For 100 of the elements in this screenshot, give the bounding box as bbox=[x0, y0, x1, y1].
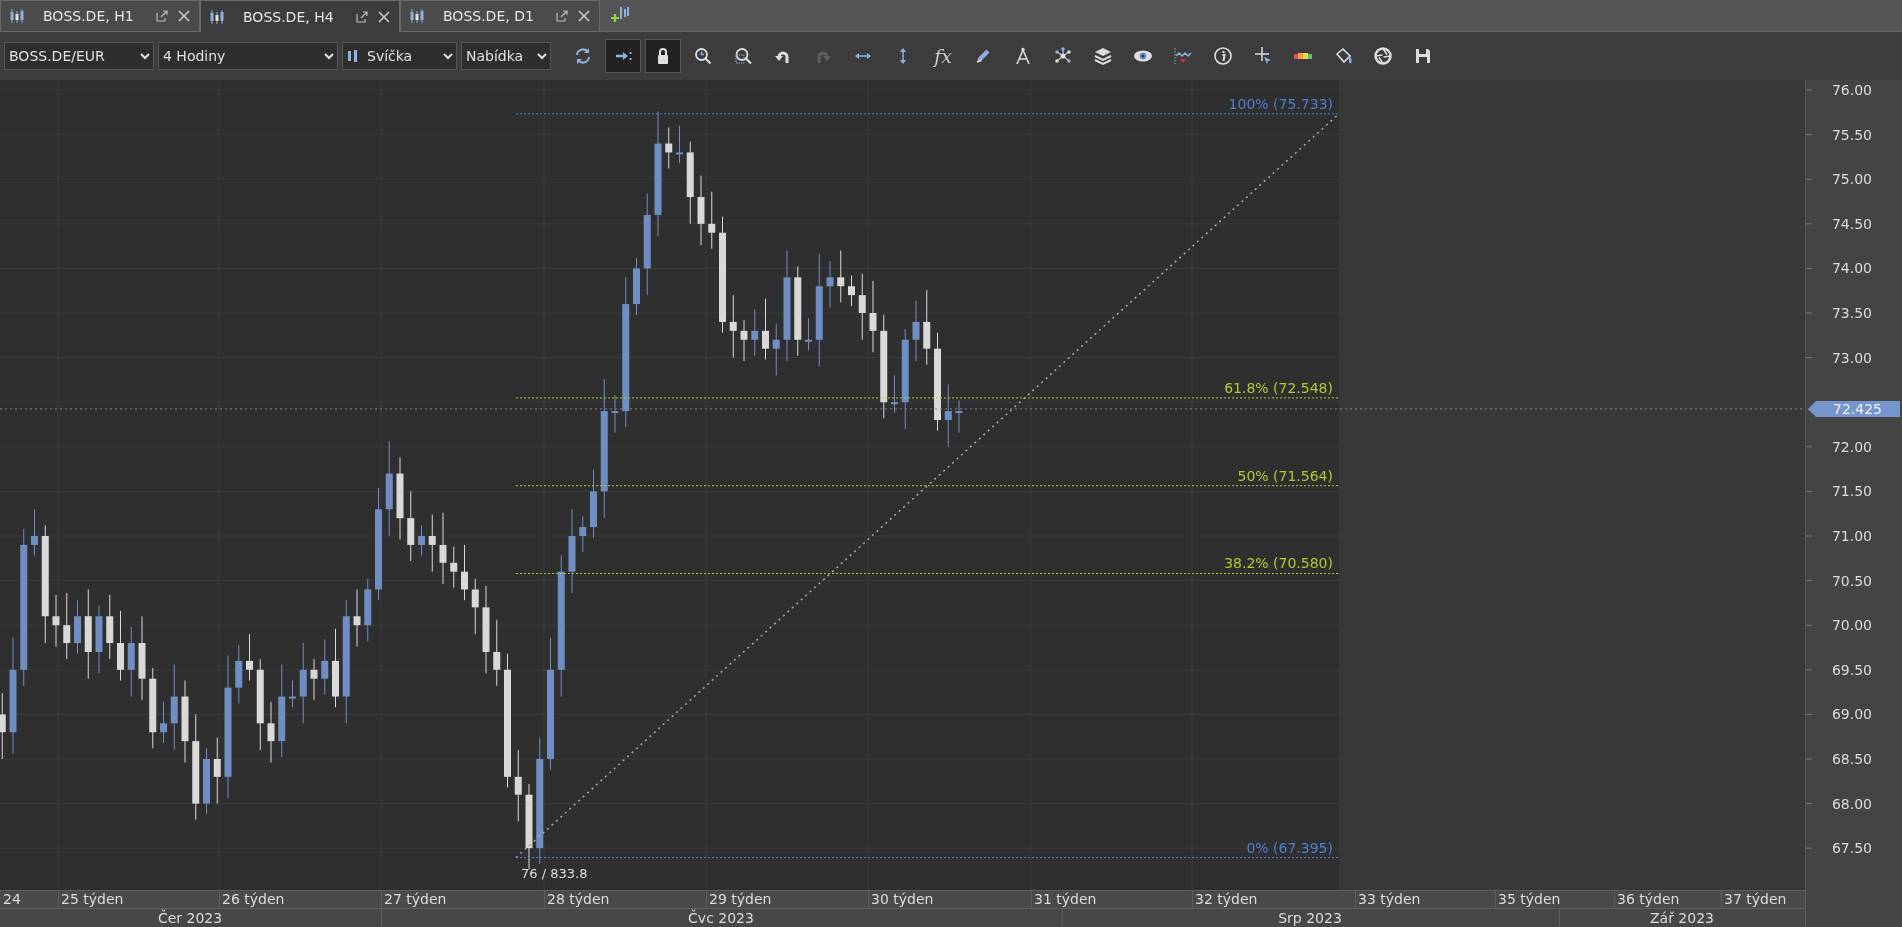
week-label: 36 týden bbox=[1617, 891, 1680, 907]
candlestick-icon bbox=[209, 8, 225, 25]
candlestick bbox=[611, 394, 619, 434]
week-label: 26 týden bbox=[222, 891, 285, 907]
candlestick bbox=[891, 374, 898, 414]
chart-tab[interactable]: BOSS.DE, H1 bbox=[0, 0, 200, 31]
crosshair-icon bbox=[1253, 46, 1273, 66]
chart-type-dropdown[interactable]: Svíčka bbox=[342, 42, 457, 70]
tab-label: BOSS.DE, D1 bbox=[442, 8, 535, 24]
candlestick bbox=[267, 701, 275, 764]
candlestick bbox=[912, 300, 920, 362]
chart-tab[interactable]: BOSS.DE, D1 bbox=[400, 0, 600, 31]
candlestick bbox=[95, 605, 103, 674]
candlestick bbox=[127, 626, 135, 698]
candlestick bbox=[63, 592, 71, 660]
candlestick bbox=[74, 599, 81, 655]
candlestick bbox=[740, 319, 748, 362]
fibonacci-level-label: 38.2% (70.580) bbox=[1224, 555, 1333, 572]
week-label: 30 týden bbox=[871, 891, 934, 907]
popout-icon[interactable] bbox=[555, 9, 569, 23]
week-label: 27 týden bbox=[384, 891, 447, 907]
price-axis-label: 73.00 bbox=[1831, 349, 1872, 366]
week-label: 33 týden bbox=[1358, 891, 1421, 907]
week-label: 28 týden bbox=[547, 891, 610, 907]
indicators-button[interactable]: fx bbox=[925, 39, 961, 73]
info-icon bbox=[1213, 46, 1233, 66]
week-label: 37 týden bbox=[1724, 891, 1787, 907]
candlestick bbox=[321, 638, 329, 696]
candle-icon bbox=[347, 48, 359, 64]
popout-icon[interactable] bbox=[155, 9, 169, 23]
tab-label: BOSS.DE, H1 bbox=[42, 8, 135, 24]
month-label: Čvc 2023 bbox=[688, 910, 754, 926]
price-type-dropdown[interactable]: Nabídka bbox=[461, 42, 551, 70]
candlestick bbox=[235, 644, 243, 705]
candlestick bbox=[31, 508, 38, 557]
candlestick-icon bbox=[9, 8, 25, 24]
refresh-icon bbox=[573, 46, 593, 66]
candlestick bbox=[310, 658, 318, 701]
week-label: 29 týden bbox=[709, 891, 772, 907]
price-axis-label: 73.50 bbox=[1831, 305, 1872, 321]
paint-bucket-icon bbox=[1333, 46, 1353, 66]
candlestick bbox=[106, 594, 114, 660]
chart-tab[interactable]: BOSS.DE, H4 bbox=[200, 0, 400, 32]
candlestick bbox=[590, 469, 597, 539]
candlestick bbox=[837, 250, 845, 303]
candlestick bbox=[461, 544, 468, 601]
week-label: 35 týden bbox=[1498, 891, 1561, 907]
candlestick bbox=[493, 619, 501, 687]
shutter-icon bbox=[1373, 46, 1393, 66]
price-axis-label: 75.00 bbox=[1831, 171, 1872, 188]
candlestick bbox=[848, 275, 855, 307]
price-axis-label: 67.50 bbox=[1831, 840, 1872, 857]
candlestick bbox=[858, 273, 866, 341]
close-icon[interactable] bbox=[577, 9, 591, 23]
nodes-icon bbox=[1053, 46, 1073, 66]
candlestick bbox=[471, 578, 479, 635]
low-value-label: 76 / 833.8 bbox=[521, 865, 588, 881]
price-axis-label: 69.50 bbox=[1831, 661, 1872, 678]
price-axis-label: 74.00 bbox=[1831, 260, 1872, 277]
symbol-dropdown[interactable]: BOSS.DE/EUR bbox=[4, 42, 154, 70]
week-label: 31 týden bbox=[1034, 891, 1097, 907]
popout-icon[interactable] bbox=[355, 9, 369, 24]
fibonacci-level-label: 50% (71.564) bbox=[1237, 467, 1333, 484]
candlestick bbox=[289, 680, 296, 708]
candlestick bbox=[751, 308, 759, 357]
candlestick bbox=[52, 594, 60, 648]
week-label: 25 týden bbox=[61, 891, 124, 907]
candlestick bbox=[762, 298, 769, 360]
candlestick bbox=[160, 701, 167, 744]
trend-line[interactable] bbox=[515, 113, 1340, 859]
tab-label: BOSS.DE, H4 bbox=[242, 8, 335, 25]
add-chart-icon[interactable] bbox=[610, 5, 630, 25]
candlestick bbox=[708, 191, 716, 250]
candlestick bbox=[213, 737, 221, 805]
candlestick bbox=[117, 610, 124, 681]
candlestick bbox=[676, 125, 683, 164]
candlestick bbox=[203, 747, 210, 815]
close-icon[interactable] bbox=[177, 9, 191, 23]
close-icon[interactable] bbox=[377, 9, 391, 24]
candlestick bbox=[826, 260, 834, 309]
candlestick bbox=[450, 546, 458, 589]
candlestick bbox=[697, 175, 705, 246]
fibonacci-level-label: 61.8% (72.548) bbox=[1224, 379, 1333, 396]
timeframe-dropdown[interactable]: 4 Hodiny bbox=[158, 42, 338, 70]
wave-signal-icon bbox=[1173, 46, 1193, 66]
lock-button[interactable] bbox=[645, 39, 681, 73]
scroll-to-end-button[interactable] bbox=[605, 39, 641, 73]
save-icon bbox=[1413, 46, 1433, 66]
month-label: Čer 2023 bbox=[157, 910, 223, 926]
candlestick bbox=[418, 524, 425, 557]
candlestick bbox=[729, 294, 737, 359]
price-axis-label: 70.00 bbox=[1831, 617, 1872, 634]
price-axis-label: 70.50 bbox=[1831, 572, 1872, 589]
compass-icon bbox=[1013, 46, 1033, 66]
candlestick bbox=[944, 383, 952, 448]
zoom-area-icon bbox=[733, 46, 753, 66]
candlestick bbox=[407, 490, 415, 562]
candlestick bbox=[955, 399, 963, 434]
price-axis-label: 68.00 bbox=[1831, 795, 1872, 812]
fibonacci-level-label: 0% (67.395) bbox=[1246, 839, 1333, 856]
